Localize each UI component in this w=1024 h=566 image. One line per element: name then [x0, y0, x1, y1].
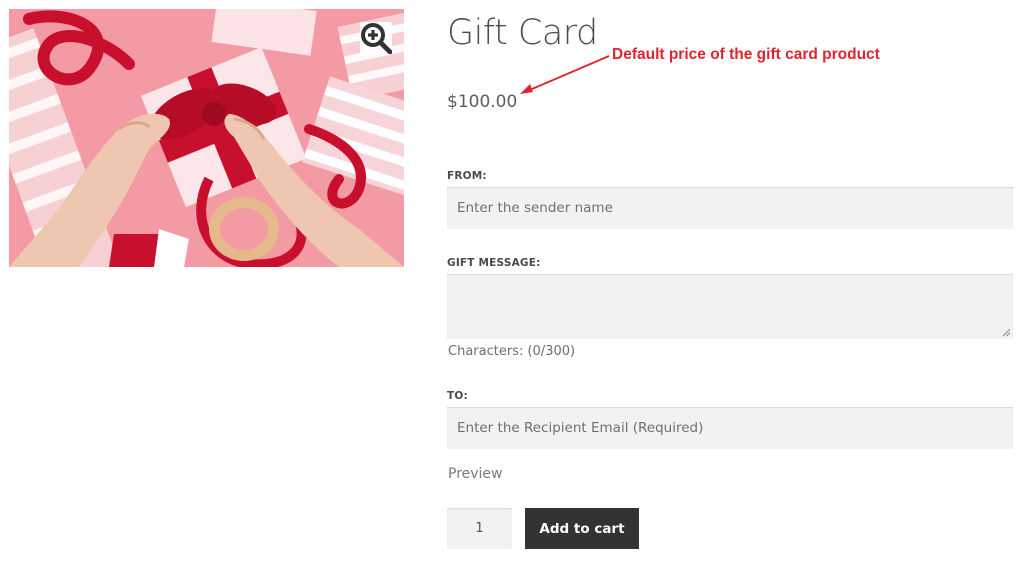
annotation-text: Default price of the gift card product	[612, 46, 880, 63]
quantity-input[interactable]	[447, 508, 512, 549]
gift-message-label: GIFT MESSAGE:	[447, 257, 541, 269]
product-image[interactable]	[9, 9, 404, 267]
product-price: $100.00	[447, 92, 518, 112]
character-counter: Characters: (0/300)	[448, 344, 576, 359]
annotation-arrow-icon	[520, 55, 610, 94]
from-label: FROM:	[447, 170, 487, 182]
gift-message-textarea[interactable]	[447, 274, 1013, 339]
magnifier-plus-icon	[361, 23, 392, 54]
zoom-button[interactable]	[360, 22, 392, 54]
gift-wrapping-photo	[9, 9, 404, 267]
add-to-cart-button[interactable]: Add to cart	[525, 508, 639, 549]
recipient-email-input[interactable]	[447, 407, 1013, 449]
preview-link[interactable]: Preview	[448, 465, 503, 483]
sender-name-input[interactable]	[447, 187, 1013, 229]
to-label: TO:	[447, 390, 468, 402]
product-title: Gift Card	[447, 13, 598, 53]
resize-grip-icon[interactable]	[1002, 328, 1011, 337]
